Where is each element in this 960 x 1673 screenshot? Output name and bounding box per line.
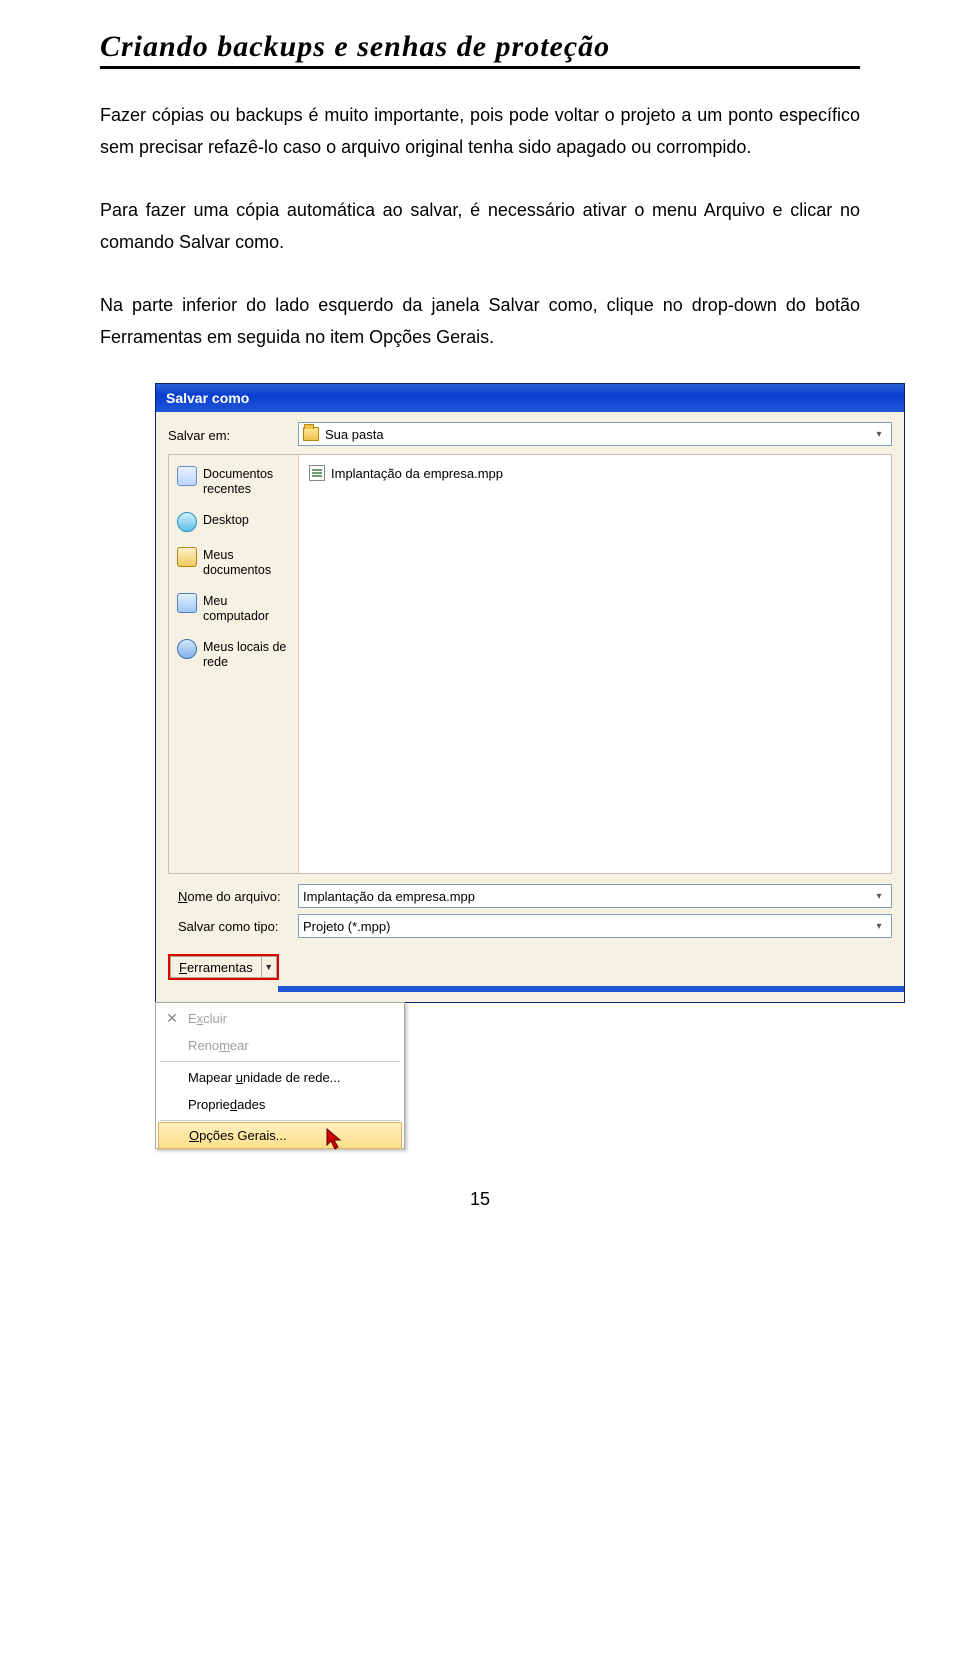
delete-icon: ✕ [164, 1010, 180, 1026]
chevron-down-icon: ▾ [871, 921, 887, 932]
dialog-footer-strip [278, 986, 904, 992]
filetype-combo[interactable]: Projeto (*.mpp) ▾ [298, 914, 892, 938]
menu-item-excluir[interactable]: ✕ Excluir [156, 1005, 404, 1032]
filetype-value: Projeto (*.mpp) [303, 919, 390, 934]
my-documents-icon [177, 547, 197, 567]
folder-icon [303, 427, 319, 441]
section-divider [100, 66, 860, 69]
file-listing[interactable]: Implantação da empresa.mpp [299, 455, 891, 873]
file-browser: Documentos recentes Desktop Meus documen… [168, 454, 892, 874]
filename-input[interactable]: Implantação da empresa.mpp ▾ [298, 884, 892, 908]
place-label: Meus locais de rede [203, 639, 290, 670]
place-label: Documentos recentes [203, 466, 290, 497]
place-network[interactable]: Meus locais de rede [175, 634, 292, 680]
filename-value: Implantação da empresa.mpp [303, 889, 475, 904]
screenshot-save-as-dialog: Salvar como Salvar em: Sua pasta ▾ [155, 383, 860, 1149]
places-bar: Documentos recentes Desktop Meus documen… [169, 455, 299, 873]
desktop-icon [177, 512, 197, 532]
dialog-titlebar: Salvar como [156, 384, 904, 412]
save-in-label: Salvar em: [168, 426, 298, 443]
chevron-down-icon: ▾ [871, 429, 887, 440]
save-in-combo[interactable]: Sua pasta ▾ [298, 422, 892, 446]
menu-item-mapear[interactable]: Mapear unidade de rede... [156, 1064, 404, 1091]
paragraph-1: Fazer cópias ou backups é muito importan… [100, 99, 860, 164]
section-title: Criando backups e senhas de proteção [100, 30, 860, 64]
menu-separator [160, 1061, 400, 1062]
tools-dropdown-menu: ✕ Excluir Renomear Mapear unidade de red… [155, 1002, 405, 1149]
file-item[interactable]: Implantação da empresa.mpp [309, 463, 881, 483]
menu-item-renomear[interactable]: Renomear [156, 1032, 404, 1059]
place-my-documents[interactable]: Meus documentos [175, 542, 292, 588]
place-label: Meus documentos [203, 547, 290, 578]
save-as-dialog: Salvar como Salvar em: Sua pasta ▾ [155, 383, 905, 1003]
menu-item-opcoes-gerais[interactable]: Opções Gerais... [158, 1122, 402, 1149]
paragraph-3: Na parte inferior do lado esquerdo da ja… [100, 289, 860, 354]
my-computer-icon [177, 593, 197, 613]
network-places-icon [177, 639, 197, 659]
place-recent[interactable]: Documentos recentes [175, 461, 292, 507]
save-in-value: Sua pasta [325, 427, 384, 442]
file-name: Implantação da empresa.mpp [331, 466, 503, 481]
place-label: Meu computador [203, 593, 290, 624]
place-desktop[interactable]: Desktop [175, 507, 292, 542]
filename-label: Nome do arquivo: [168, 889, 288, 904]
menu-separator [160, 1120, 400, 1121]
tools-button[interactable]: Ferramentas ▼ [168, 954, 279, 980]
menu-item-propriedades[interactable]: Propriedades [156, 1091, 404, 1118]
paragraph-2: Para fazer uma cópia automática ao salva… [100, 194, 860, 259]
project-file-icon [309, 465, 325, 481]
place-my-computer[interactable]: Meu computador [175, 588, 292, 634]
chevron-down-icon[interactable]: ▼ [261, 956, 277, 978]
filetype-label: Salvar como tipo: [168, 919, 288, 934]
page-number: 15 [100, 1189, 860, 1210]
place-label: Desktop [203, 512, 249, 528]
chevron-down-icon: ▾ [871, 891, 887, 902]
recent-documents-icon [177, 466, 197, 486]
